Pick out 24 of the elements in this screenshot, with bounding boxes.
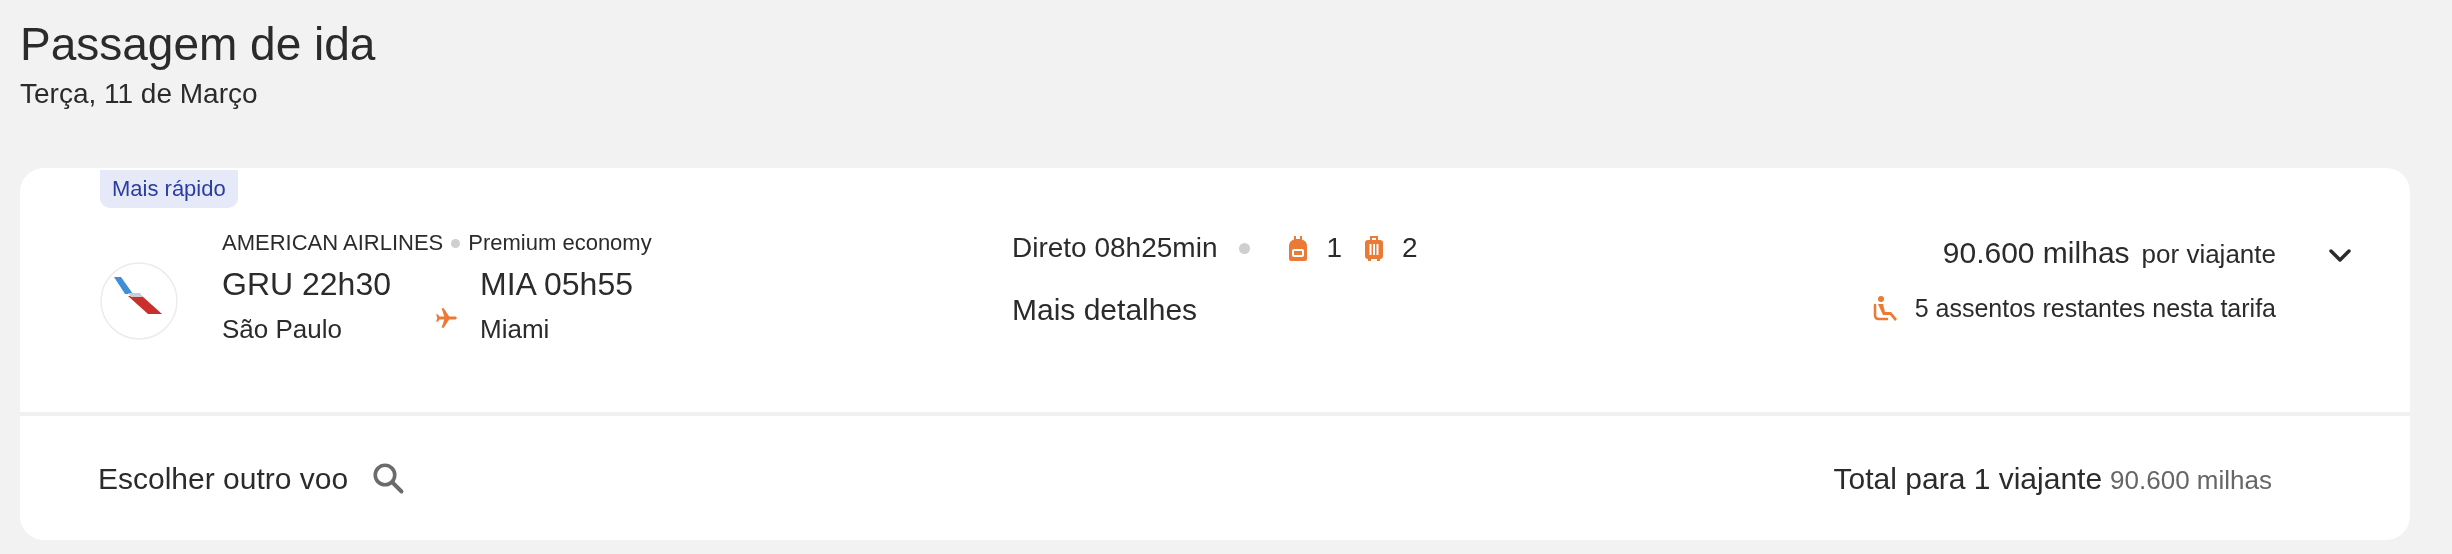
arrival-city: Miami — [480, 313, 551, 346]
chevron-down-icon — [2328, 248, 2352, 264]
total-label: Total para 1 viajante — [1833, 460, 2103, 497]
cabin-class: Premium economy — [468, 229, 652, 257]
arrival-time: MIA 05h55 — [480, 265, 633, 304]
airplane-icon — [434, 305, 460, 331]
page-subtitle: Terça, 11 de Março — [20, 77, 259, 111]
fastest-badge: Mais rápido — [100, 170, 238, 208]
departure-city: São Paulo — [222, 313, 343, 346]
price-miles: 90.600 milhas — [1942, 235, 2130, 271]
suitcase-icon — [1364, 235, 1385, 261]
choose-other-flight[interactable]: Escolher outro voo — [98, 455, 407, 501]
seats-remaining: 5 assentos restantes nesta tarifa — [1914, 293, 2276, 324]
price-unit: por viajante — [2141, 238, 2276, 271]
page-title: Passagem de ida — [20, 17, 377, 72]
search-icon — [370, 460, 407, 496]
baggage-count: 1 — [1326, 231, 1343, 265]
backpack-icon — [1288, 235, 1309, 261]
baggage-count: 2 — [1402, 231, 1418, 265]
total-miles: 90.600 milhas — [2110, 463, 2272, 497]
airline-name: AMERICAN AIRLINES — [222, 229, 444, 257]
details-link[interactable]: Mais detalhes — [1012, 290, 1572, 330]
flight-duration: Direto 08h25min — [1012, 231, 1218, 265]
departure-time: GRU 22h30 — [222, 265, 392, 304]
